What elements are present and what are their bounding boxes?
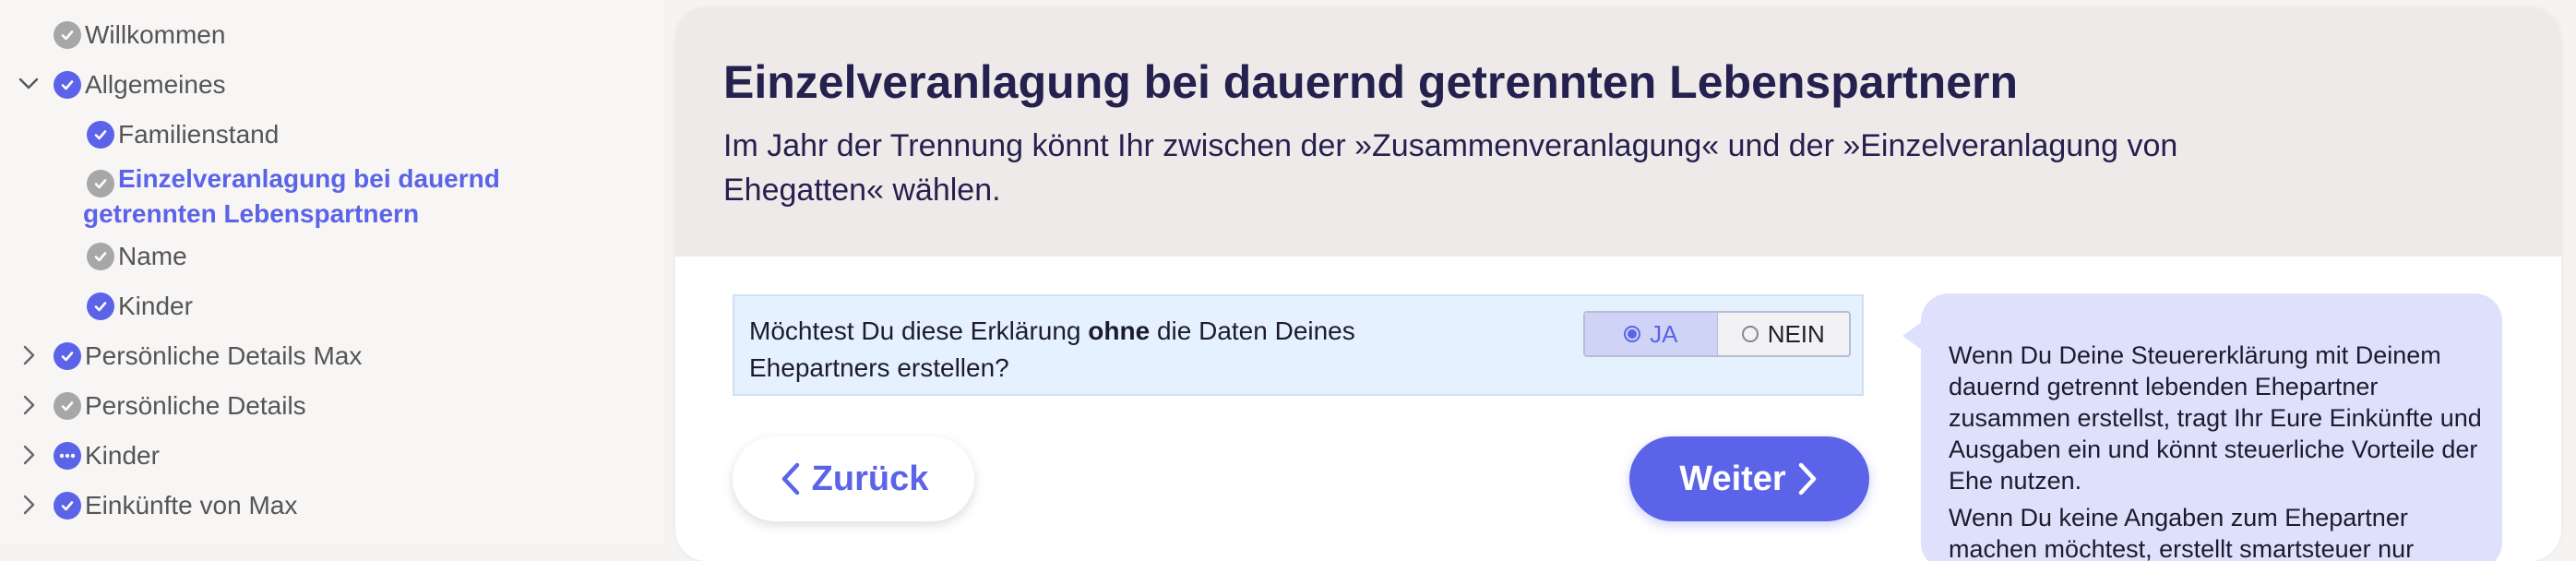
sidebar-item-label: Familienstand <box>118 120 280 149</box>
question-text-emphasis: ohne <box>1088 316 1151 345</box>
help-paragraph-2: Wenn Du keine Angaben zum Ehepartner mac… <box>1949 504 2415 561</box>
radio-selected-icon <box>1624 326 1641 342</box>
sidebar-item-kinder[interactable]: Kinder <box>87 292 193 321</box>
option-nein[interactable]: NEIN <box>1718 313 1850 355</box>
check-icon <box>54 392 81 420</box>
option-nein-label: NEIN <box>1767 319 1825 348</box>
chevron-right-icon[interactable] <box>15 341 42 369</box>
sidebar-item-label: Persönliche Details Max <box>85 341 363 370</box>
chevron-right-icon[interactable] <box>15 441 42 469</box>
check-icon <box>54 342 81 370</box>
sidebar-item-einkuenfte-max[interactable]: Einkünfte von Max <box>54 491 297 520</box>
check-icon <box>54 71 81 99</box>
check-icon <box>54 492 81 519</box>
option-ja[interactable]: JA <box>1585 313 1718 355</box>
option-ja-label: JA <box>1650 319 1678 348</box>
sidebar-item-persoenliche-details[interactable]: Persönliche Details <box>54 391 306 421</box>
sidebar-item-kinder-section[interactable]: Kinder <box>54 441 160 471</box>
help-paragraph-1: Wenn Du Deine Steuererklärung mit Deinem… <box>1949 341 2482 495</box>
chevron-right-icon <box>1798 462 1816 495</box>
check-icon <box>87 292 114 320</box>
sidebar-item-name[interactable]: Name <box>87 242 187 271</box>
sidebar-item-label: Allgemeines <box>85 70 226 99</box>
back-button[interactable]: Zurück <box>733 436 974 521</box>
check-icon <box>87 121 114 149</box>
next-button[interactable]: Weiter <box>1629 436 1869 521</box>
chevron-down-icon[interactable] <box>15 70 42 98</box>
sidebar-item-label: Einzelveranlagung bei dauernd getrennten… <box>83 164 500 228</box>
sidebar-item-label: Name <box>118 242 187 270</box>
sidebar-item-familienstand[interactable]: Familienstand <box>87 120 279 149</box>
back-button-label: Zurück <box>811 459 929 498</box>
sidebar-item-label: Kinder <box>85 441 160 470</box>
chevron-right-icon[interactable] <box>15 491 42 519</box>
page-subtitle: Im Jahr der Trennung könnt Ihr zwischen … <box>723 128 2178 208</box>
sidebar-item-label: Kinder <box>118 292 193 320</box>
next-button-label: Weiter <box>1679 459 1786 498</box>
help-panel: Wenn Du Deine Steuererklärung mit Deinem… <box>1902 293 2502 561</box>
yes-no-toggle: JA NEIN <box>1583 311 1851 357</box>
sidebar-item-einzelveranlagung[interactable]: Einzelveranlagung bei dauernd getrennten… <box>83 162 526 231</box>
radio-unselected-icon <box>1741 326 1759 342</box>
question-text: Möchtest Du diese Erklärung ohne die Dat… <box>749 313 1450 387</box>
chevron-right-icon[interactable] <box>15 391 42 419</box>
sidebar-item-label: Einkünfte von Max <box>85 491 298 519</box>
question-box: Möchtest Du diese Erklärung ohne die Dat… <box>733 294 1864 396</box>
sidebar-item-label: Willkommen <box>85 20 226 49</box>
question-text-start: Möchtest Du diese Erklärung <box>749 316 1089 345</box>
sidebar-navigation: Willkommen Allgemeines Familienstand Ein… <box>0 0 664 544</box>
check-icon <box>87 243 114 270</box>
main-card: Einzelveranlagung bei dauernd getrennten… <box>675 7 2561 561</box>
sidebar-item-allgemeines[interactable]: Allgemeines <box>54 70 226 100</box>
check-icon <box>87 170 114 197</box>
chevron-left-icon <box>781 462 799 495</box>
page-title: Einzelveranlagung bei dauernd getrennten… <box>723 56 2019 108</box>
card-header: Einzelveranlagung bei dauernd getrennten… <box>675 7 2561 257</box>
sidebar-item-willkommen[interactable]: Willkommen <box>54 20 225 50</box>
check-icon <box>54 21 81 49</box>
sidebar-item-label: Persönliche Details <box>85 391 306 420</box>
in-progress-icon <box>54 442 81 470</box>
sidebar-item-persoenliche-details-max[interactable]: Persönliche Details Max <box>54 341 362 371</box>
